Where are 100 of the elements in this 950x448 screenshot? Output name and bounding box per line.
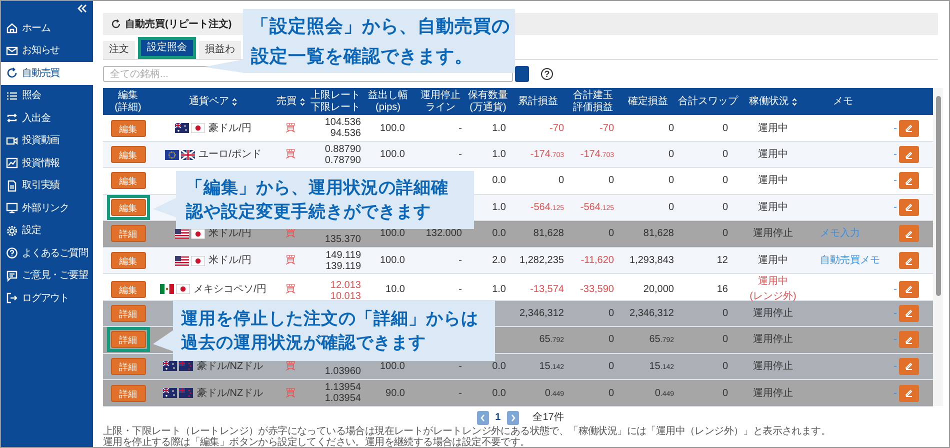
chart-icon <box>6 157 18 170</box>
column-header: 合計スワップ <box>678 96 738 108</box>
memo-edit-button[interactable] <box>899 331 919 348</box>
memo-edit-button[interactable] <box>899 304 919 322</box>
sidebar-item[interactable]: 入出金 <box>1 107 93 130</box>
rate-range: 1.03960 <box>324 366 361 377</box>
table-cell: 0 <box>722 308 728 319</box>
trade-side: 買 <box>286 388 296 398</box>
column-header: 運用停止 ライン <box>420 90 460 114</box>
scrollbar[interactable] <box>933 88 943 406</box>
table-cell: 81,628 <box>533 228 564 240</box>
status-text: 運用停止 <box>753 308 793 319</box>
memo-edit-button[interactable] <box>899 225 919 242</box>
memo-edit-button[interactable] <box>899 146 919 163</box>
page-number[interactable]: 1 <box>495 410 501 425</box>
memo-edit-button[interactable] <box>899 198 919 216</box>
currency-pair: 米ドル/円 <box>208 254 252 268</box>
sidebar-item[interactable]: ログアウト <box>1 287 93 310</box>
table-cell: 0 <box>608 308 614 319</box>
flag-icon <box>190 256 205 266</box>
table-cell: 100.0 <box>380 360 405 372</box>
sidebar-item[interactable]: 投資動画 <box>1 130 93 152</box>
table-cell: 1,293,843 <box>630 255 674 266</box>
table-cell: 2,346,312 <box>520 308 564 319</box>
memo-text: - <box>894 122 897 136</box>
sidebar-item[interactable]: 取引実績 <box>1 174 93 197</box>
previous-page-button[interactable] <box>477 410 490 424</box>
table-cell: - <box>458 149 462 160</box>
search-button[interactable] <box>515 66 529 82</box>
gear-icon <box>6 224 18 237</box>
table-cell: -70 <box>550 122 564 134</box>
table-cell: -70 <box>600 122 614 134</box>
refresh-icon <box>6 67 18 80</box>
status-text: 運用中 <box>758 122 788 134</box>
memo-text: - <box>894 282 897 296</box>
trade-side: 買 <box>286 360 296 372</box>
sidebar-item[interactable]: よくあるご質問 <box>1 242 93 264</box>
sidebar-item[interactable]: ご意見・ご要望 <box>1 264 93 287</box>
table-cell: 1,282,235 <box>520 255 564 266</box>
sidebar-item[interactable]: 設定 <box>1 220 93 242</box>
collapse-icon[interactable] <box>77 4 87 13</box>
table-cell: -11,620 <box>580 255 614 266</box>
memo-edit-button[interactable] <box>899 358 919 375</box>
sidebar-item[interactable]: お知らせ <box>1 40 93 62</box>
table-cell: - <box>458 122 462 134</box>
table-cell: 0.0 <box>492 175 506 186</box>
page-title: 自動売買(リピート注文) <box>125 17 232 32</box>
flag-icon <box>174 123 189 133</box>
envelope-icon <box>6 44 18 57</box>
table-cell: 0 <box>722 202 728 213</box>
table-cell: 132.000 <box>426 228 462 240</box>
status-text: 運用停止 <box>753 334 793 346</box>
column-header: 合計建玉 評価損益 <box>573 90 613 114</box>
flag-icon <box>164 150 179 160</box>
sidebar-item[interactable]: ホーム <box>1 17 93 40</box>
flag-icon <box>160 284 174 294</box>
memo-text: - <box>894 333 897 348</box>
column-header: メモ <box>833 96 853 108</box>
table-cell: 0 <box>608 360 614 372</box>
table-cell: 0.0 <box>492 388 506 398</box>
table-cell: 1.0 <box>492 284 506 294</box>
memo-text: - <box>894 200 897 215</box>
status-text: 運用中 <box>758 202 788 213</box>
table-cell: 1.0 <box>492 149 506 160</box>
sidebar-item[interactable]: 照会 <box>1 84 93 107</box>
memo-edit-button[interactable] <box>899 172 919 190</box>
help-icon[interactable]: ? <box>541 68 553 80</box>
currency-pair: ユーロ/ポンド <box>198 148 262 162</box>
memo-edit-button[interactable] <box>899 280 919 298</box>
callout-text: 運用を停止した注文の「詳細」からは 過去の運用状況が確認できます <box>173 301 495 361</box>
next-page-button[interactable] <box>506 410 519 424</box>
table-cell: - <box>458 388 462 398</box>
tab[interactable]: 設定照会 <box>141 40 193 56</box>
table-cell: 100.0 <box>380 122 405 134</box>
note-text: 上限・下限レート（レートレンジ）が赤字になっている場合は現在レートがレートレンジ外にある状態で、「稼働状況」には「運用中（レンジ外）」と表示されます。 <box>103 426 832 436</box>
memo-text: - <box>894 386 897 400</box>
callout-text: 「編集」から、運用状況の詳細確 認や設定変更手続きができます <box>176 171 474 229</box>
tab[interactable]: 注文 <box>103 41 135 59</box>
rate-range: 135.370 <box>324 234 361 244</box>
callout-text: 「設定照会」から、自動売買の 設定一覧を確認できます。 <box>243 9 515 73</box>
table-cell: 0 <box>722 228 728 240</box>
flag-icon <box>174 256 189 266</box>
column-header[interactable]: 通貨ペア <box>189 96 237 108</box>
memo-edit-button[interactable] <box>899 120 919 136</box>
table-cell: 0 <box>722 122 728 134</box>
column-header[interactable]: 稼働状況 <box>749 96 797 108</box>
column-header[interactable]: 売買 <box>276 96 304 108</box>
sidebar-item[interactable]: 投資情報 <box>1 152 93 174</box>
column-header: 累計損益 <box>518 96 558 108</box>
sidebar-item[interactable]: 自動売買 <box>1 62 93 84</box>
table-cell: 0 <box>608 175 614 186</box>
memo-edit-button[interactable] <box>899 252 919 269</box>
memo-edit-button[interactable] <box>899 384 919 402</box>
column-header: 確定損益 <box>628 96 668 108</box>
tab[interactable]: 損益わ <box>199 41 241 59</box>
flag-icon <box>178 361 193 372</box>
sidebar-item[interactable]: 外部リンク <box>1 197 93 220</box>
pencil-icon <box>905 389 913 397</box>
rate-range: 149.119 139.119 <box>326 250 361 272</box>
speech-bubble-icon <box>6 270 18 282</box>
